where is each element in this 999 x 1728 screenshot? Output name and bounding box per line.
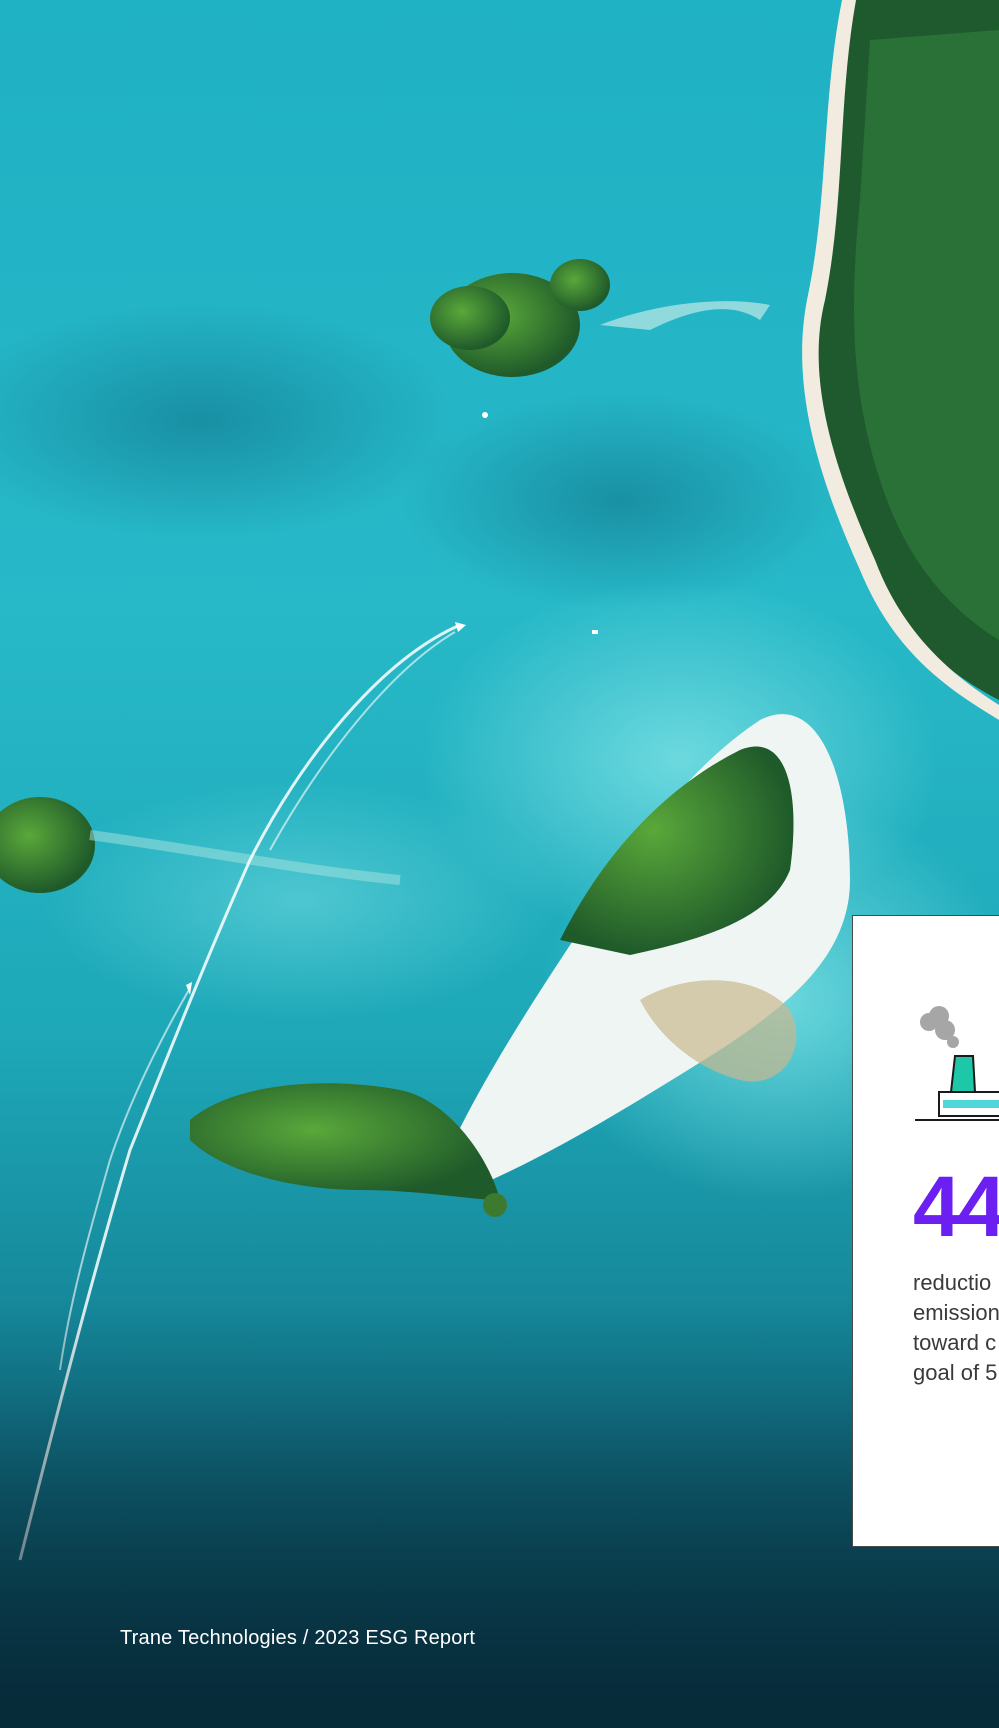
aerial-ocean-photo [0, 0, 999, 1728]
stat-description-line: goal of 5 [913, 1360, 998, 1385]
stat-description: reductio emission toward c goal of 5 [913, 1268, 999, 1388]
stat-value: 44 [913, 1159, 999, 1255]
report-footer: Trane Technologies / 2023 ESG Report [120, 1627, 476, 1649]
factory-emissions-icon [915, 1006, 999, 1121]
stat-card: 44 reductio emission toward c goal of 5 [852, 915, 999, 1547]
stat-description-line: emission [913, 1300, 999, 1325]
stat-description-line: toward c [913, 1330, 997, 1355]
stat-description-line: reductio [913, 1270, 992, 1295]
